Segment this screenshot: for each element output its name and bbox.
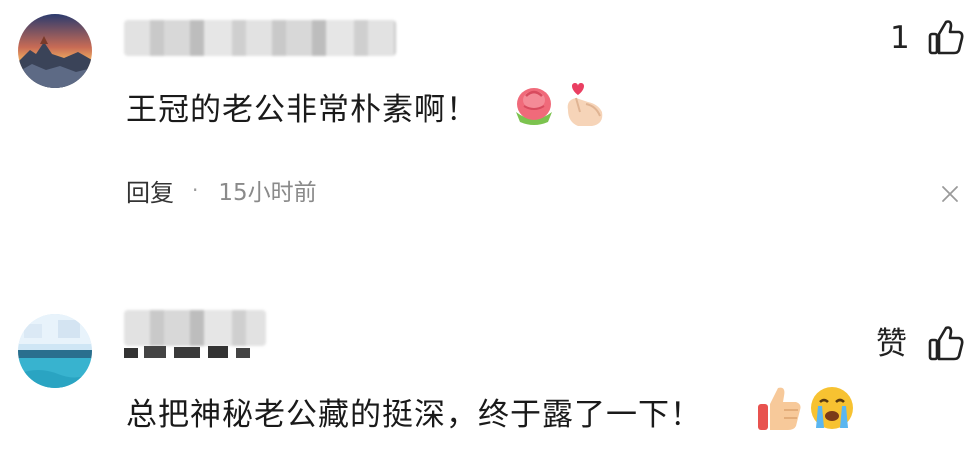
separator-dot: · [192,178,199,202]
username-fragment [124,342,274,358]
crying-face-emoji [808,384,856,438]
heart-hand-emoji [562,82,608,134]
username[interactable] [124,310,266,346]
username[interactable] [124,20,396,56]
thumbs-up-emoji [756,384,804,438]
reply-button[interactable]: 回复 [126,173,174,208]
like-count: 1 [890,20,910,56]
thumbs-up-outline-icon[interactable] [928,18,964,56]
comment-meta: 回复 · 15小时前 [126,173,317,207]
comment-item: 王冠的老公非常朴素啊！ 1 回复 · 15小时前 [0,0,980,270]
comment-text: 总把神秘老公藏的挺深，终于露了一下！ [126,397,702,433]
comment-item: 总把神秘老公藏的挺深，终于露了一下！ 赞 [0,296,980,456]
close-icon[interactable] [940,184,960,204]
timestamp: 15小时前 [218,180,317,206]
thumbs-up-outline-icon[interactable] [928,324,964,362]
rose-emoji [510,82,558,132]
avatar[interactable] [18,314,92,388]
comment-text: 王冠的老公非常朴素啊！ [126,92,478,128]
avatar[interactable] [18,14,92,88]
like-label: 赞 [876,326,907,362]
